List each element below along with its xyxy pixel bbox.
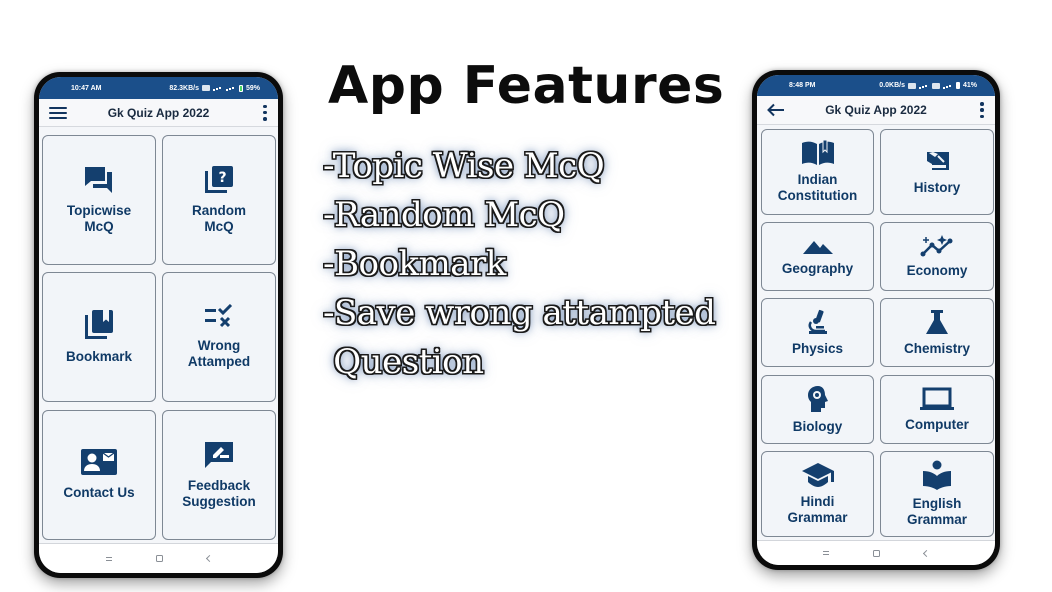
tile-computer[interactable]: Computer — [880, 375, 994, 444]
feature-item: -Topic Wise McQ — [323, 146, 605, 186]
data-icon — [201, 85, 210, 91]
home-button[interactable] — [873, 549, 880, 557]
history-edu-icon — [927, 152, 949, 171]
contact-mail-icon — [81, 449, 117, 476]
tile-label: Physics — [791, 340, 844, 356]
tile-random-mcq[interactable]: ? Random McQ — [162, 135, 276, 265]
tile-english-grammar[interactable]: English Grammar — [880, 451, 994, 537]
tile-indian-constitution[interactable]: Indian Constitution — [761, 129, 874, 215]
laptop-icon — [920, 387, 954, 410]
terrain-icon — [802, 240, 833, 254]
signal-icon — [212, 85, 223, 91]
headline: App Features — [328, 56, 725, 116]
tile-label: Hindi Grammar — [787, 494, 848, 525]
system-nav-bar — [757, 540, 995, 565]
tile-bookmark[interactable]: Bookmark — [42, 272, 156, 402]
forum-icon — [85, 167, 112, 194]
tile-feedback-suggestion[interactable]: Feedback Suggestion — [162, 410, 276, 540]
hamburger-menu-icon[interactable] — [49, 106, 67, 119]
book-icon — [801, 140, 834, 166]
app-title: Gk Quiz App 2022 — [825, 103, 927, 117]
flask-icon — [926, 309, 948, 334]
feature-item: Question — [323, 342, 484, 382]
local-library-icon — [923, 460, 951, 491]
feature-item: -Save wrong attampted — [323, 293, 716, 333]
tile-label: Biology — [792, 418, 843, 434]
rate-review-icon — [205, 442, 233, 469]
tile-label: History — [913, 180, 961, 196]
tile-label: Feedback Suggestion — [182, 478, 256, 509]
more-vert-icon[interactable] — [979, 102, 985, 118]
tile-geography[interactable]: Geography — [761, 222, 874, 291]
tile-physics[interactable]: Physics — [761, 298, 874, 367]
right-phone-mockup: 8:48 PM 0.0KB/s 41% Gk Quiz App 2022 Ind… — [752, 70, 1000, 570]
status-indicators: 0.0KB/s 41% — [879, 82, 977, 89]
rule-icon — [205, 304, 233, 328]
back-arrow-icon[interactable] — [767, 103, 785, 117]
tile-label: Random McQ — [192, 203, 246, 234]
status-indicators: 82.3KB/s 59% — [169, 84, 260, 92]
tile-chemistry[interactable]: Chemistry — [880, 298, 994, 367]
signal-icon — [225, 85, 236, 91]
battery-icon — [238, 84, 243, 92]
right-phone-screen: 8:48 PM 0.0KB/s 41% Gk Quiz App 2022 Ind… — [757, 75, 995, 565]
tile-topicwise-mcq[interactable]: Topicwise McQ — [42, 135, 156, 265]
microscope-icon — [808, 309, 827, 334]
school-icon — [801, 463, 834, 488]
tile-label: Economy — [906, 262, 968, 278]
tile-label: English Grammar — [906, 496, 968, 527]
signal-icon — [918, 83, 929, 89]
app-bar: Gk Quiz App 2022 — [39, 99, 278, 127]
bookmarks-icon — [85, 310, 113, 340]
tile-label: Chemistry — [903, 340, 971, 356]
sim-icon — [931, 82, 940, 89]
tile-biology[interactable]: Biology — [761, 375, 874, 444]
signal-icon — [942, 83, 953, 89]
tile-label: Geography — [781, 260, 854, 276]
tile-contact-us[interactable]: Contact Us — [42, 410, 156, 540]
network-speed: 82.3KB/s — [169, 84, 199, 92]
tile-label: Wrong Attamped — [187, 338, 251, 369]
network-speed: 0.0KB/s — [879, 82, 905, 89]
battery-icon — [955, 82, 960, 89]
feature-item: -Random McQ — [323, 195, 565, 235]
home-button[interactable] — [155, 555, 163, 562]
status-time: 8:48 PM — [789, 82, 816, 89]
data-icon — [907, 82, 916, 89]
status-time: 10:47 AM — [71, 84, 102, 92]
back-button[interactable] — [922, 549, 931, 557]
tile-label: Contact Us — [63, 485, 135, 501]
back-button[interactable] — [205, 554, 213, 563]
tile-history[interactable]: History — [880, 129, 994, 215]
tile-economy[interactable]: Economy — [880, 222, 994, 291]
more-vert-icon[interactable] — [262, 104, 268, 121]
tile-hindi-grammar[interactable]: Hindi Grammar — [761, 451, 874, 537]
app-title: Gk Quiz App 2022 — [107, 105, 210, 120]
system-nav-bar — [39, 543, 278, 573]
tile-label: Computer — [905, 416, 969, 432]
battery-level: 41% — [962, 82, 977, 89]
left-phone-screen: 10:47 AM 82.3KB/s 59% Gk Quiz App 2022 T… — [39, 77, 278, 573]
left-phone-mockup: 10:47 AM 82.3KB/s 59% Gk Quiz App 2022 T… — [34, 72, 283, 578]
recents-button[interactable] — [105, 556, 112, 561]
feature-item: -Bookmark — [323, 244, 506, 284]
psychology-icon — [807, 385, 828, 412]
app-bar: Gk Quiz App 2022 — [757, 96, 995, 125]
svg-text:?: ? — [218, 170, 226, 186]
battery-level: 59% — [245, 84, 260, 92]
recents-button[interactable] — [823, 551, 829, 555]
feature-list: -Topic Wise McQ -Random McQ -Bookmark -S… — [323, 142, 716, 387]
trend-chart-icon — [920, 234, 953, 257]
tile-label: Bookmark — [65, 349, 133, 365]
status-bar: 10:47 AM 82.3KB/s 59% — [39, 77, 278, 99]
quiz-icon: ? — [205, 166, 233, 194]
tile-label: Topicwise McQ — [66, 203, 132, 234]
tile-wrong-attampted[interactable]: Wrong Attamped — [162, 272, 276, 402]
tile-label: Indian Constitution — [777, 172, 858, 203]
status-bar: 8:48 PM 0.0KB/s 41% — [757, 75, 995, 96]
